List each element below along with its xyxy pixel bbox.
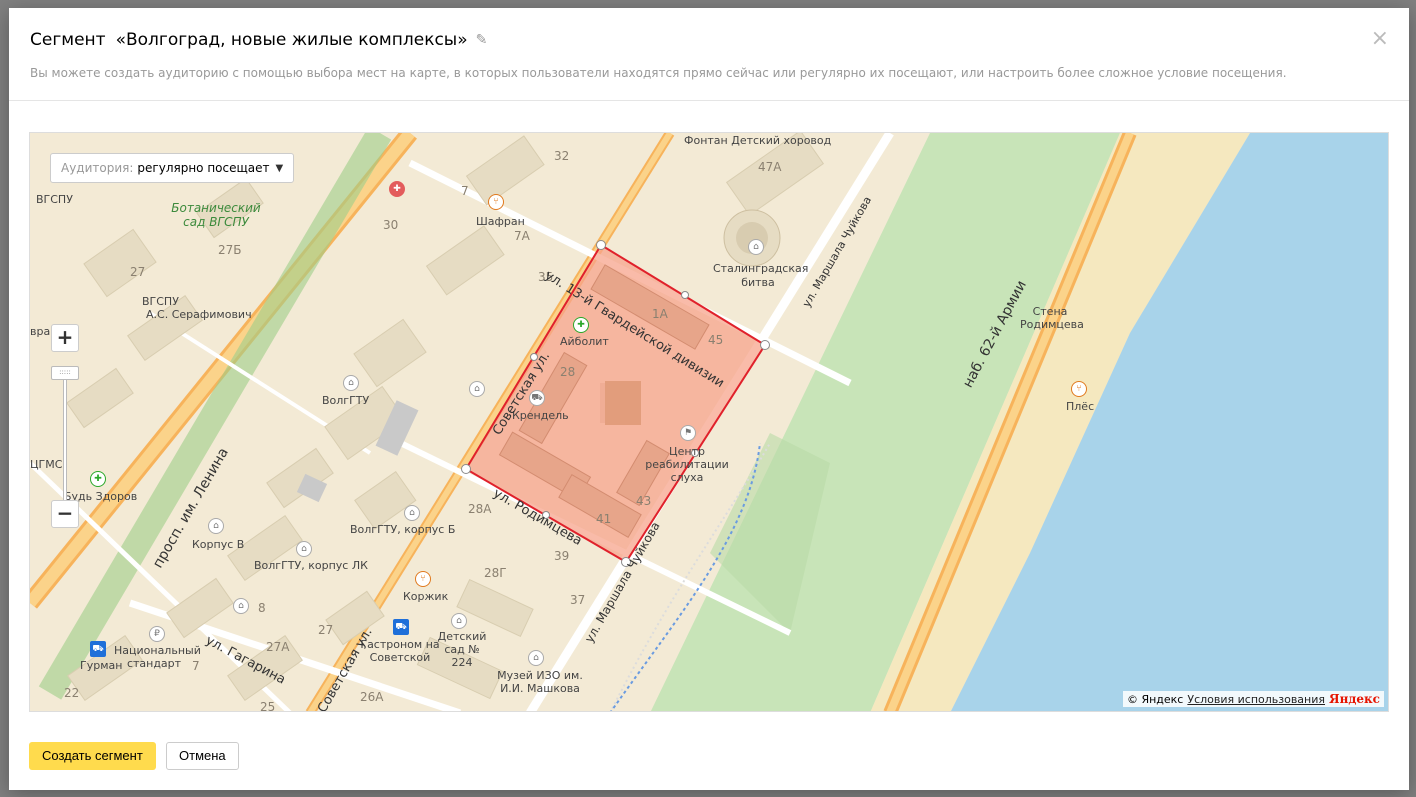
map-label-muzei: Музей ИЗО им. И.И. Машкова bbox=[497, 669, 583, 695]
house-number: 7 bbox=[461, 184, 469, 198]
badge-icon[interactable]: ₽ bbox=[149, 626, 165, 642]
audience-dropdown[interactable]: Аудитория: регулярно посещает ▼ bbox=[50, 153, 295, 183]
map-label-fountain: Фонтан Детский хоровод bbox=[684, 134, 832, 147]
zoom-slider-track[interactable] bbox=[63, 373, 67, 513]
modal-header: Сегмент «Волгоград, новые жилые комплекс… bbox=[9, 8, 1409, 101]
close-icon[interactable]: × bbox=[1371, 28, 1389, 50]
map-label-nac-standart: Национальный стандарт bbox=[114, 644, 201, 670]
house-number: 41 bbox=[596, 512, 612, 526]
map-label-krendel: Крендель bbox=[512, 409, 569, 422]
title-prefix: Сегмент bbox=[30, 30, 106, 50]
map-label-volggtu-b: ВолгГТУ, корпус Б bbox=[350, 523, 456, 536]
restaurant-icon[interactable]: ⑂ bbox=[1071, 381, 1087, 397]
map-label-korzhik: Коржик bbox=[403, 590, 449, 603]
zoom-out-button[interactable]: − bbox=[51, 500, 79, 528]
museum-icon[interactable]: ⌂ bbox=[748, 239, 764, 255]
map-label-stena: Стена Родимцева bbox=[1020, 305, 1084, 331]
restaurant-icon[interactable]: ⑂ bbox=[488, 194, 504, 210]
map-label-aibolit: Айболит bbox=[560, 335, 609, 348]
copyright-text: © Яндекс bbox=[1126, 692, 1184, 706]
map-label-vgspu: ВГСПУ bbox=[142, 295, 179, 308]
edit-pencil-icon[interactable]: ✎ bbox=[476, 32, 488, 48]
modal-subtitle: Вы можете создать аудиторию с помощью вы… bbox=[30, 66, 1287, 80]
modal-title: Сегмент «Волгоград, новые жилые комплекс… bbox=[30, 30, 487, 50]
university-icon[interactable]: ⌂ bbox=[296, 541, 312, 557]
house-number: 25 bbox=[260, 700, 276, 712]
map-label-shafran: Шафран bbox=[476, 215, 525, 228]
university-icon[interactable]: ⌂ bbox=[469, 381, 485, 397]
segment-name[interactable]: «Волгоград, новые жилые комплексы» bbox=[116, 30, 468, 50]
map-label-center: Центр реабилитации слуха bbox=[645, 445, 729, 484]
hospital-icon[interactable]: ✚ bbox=[389, 181, 405, 197]
chevron-down-icon: ▼ bbox=[275, 162, 284, 174]
house-number: 32 bbox=[554, 149, 570, 163]
house-number: 39 bbox=[554, 549, 570, 563]
kindergarten-icon[interactable]: ⌂ bbox=[451, 613, 467, 629]
map-label-ples: Плёс bbox=[1066, 400, 1095, 413]
house-number: 22 bbox=[64, 686, 80, 700]
map-label-volggtu: ВолгГТУ bbox=[322, 394, 370, 407]
house-number: 27А bbox=[266, 640, 290, 654]
house-number: 7А bbox=[514, 229, 530, 243]
house-number: 8 bbox=[258, 601, 266, 615]
house-number: 28Г bbox=[484, 566, 507, 580]
shop-cart-icon[interactable]: ⛟ bbox=[90, 641, 106, 657]
map-label-tsgms: ЦГМС bbox=[30, 458, 63, 471]
yandex-logo: Яндекс bbox=[1329, 692, 1380, 706]
create-segment-button[interactable]: Создать сегмент bbox=[29, 742, 156, 770]
house-number: 26А bbox=[360, 690, 384, 704]
university-icon[interactable]: ⌂ bbox=[233, 598, 249, 614]
house-number: 27 bbox=[318, 623, 334, 637]
map-view[interactable]: Фонтан Детский хоровод 47А 32 7 ⑂ Шафран… bbox=[29, 132, 1389, 712]
audience-value: регулярно посещает bbox=[137, 161, 270, 175]
house-number: 27Б bbox=[218, 243, 242, 257]
house-number: 30 bbox=[383, 218, 399, 232]
map-label-gurman: Гурман bbox=[80, 659, 123, 672]
zoom-slider-handle[interactable]: ::::: bbox=[51, 366, 79, 380]
house-number: 7 bbox=[192, 659, 200, 673]
house-number: 28 bbox=[560, 365, 576, 379]
house-number: 45 bbox=[708, 333, 724, 347]
map-copyright: © Яндекс Условия использования Яндекс bbox=[1122, 691, 1384, 707]
audience-label: Аудитория: bbox=[61, 161, 134, 175]
university-icon[interactable]: ⌂ bbox=[208, 518, 224, 534]
terms-link[interactable]: Условия использования bbox=[1187, 693, 1325, 706]
map-label-vgspu-top: ВГСПУ bbox=[36, 193, 73, 206]
map-label-stalingrad: Сталинградская битва bbox=[713, 262, 809, 289]
museum-icon[interactable]: ⌂ bbox=[528, 650, 544, 666]
house-number: 43 bbox=[636, 494, 652, 508]
map-label-korpus-v: Корпус В bbox=[192, 538, 245, 551]
map-label-botanic: Ботанический сад ВГСПУ bbox=[171, 201, 261, 229]
shop-cart-icon[interactable]: ⛟ bbox=[393, 619, 409, 635]
university-icon[interactable]: ⌂ bbox=[343, 375, 359, 391]
zoom-in-button[interactable]: + bbox=[51, 324, 79, 352]
map-label-detsad: Детский сад № 224 bbox=[437, 630, 487, 669]
pharmacy-icon[interactable]: ✚ bbox=[573, 317, 589, 333]
map-label-serafimovich: А.С. Серафимович bbox=[146, 308, 252, 321]
flag-icon[interactable]: ⚑ bbox=[680, 425, 696, 441]
house-number: 28А bbox=[468, 502, 492, 516]
map-label-gastronom: Гастроном на Советской bbox=[360, 638, 440, 664]
house-number: 37 bbox=[570, 593, 586, 607]
shop-cart-icon[interactable]: ⛟ bbox=[529, 390, 545, 406]
pharmacy-icon[interactable]: ✚ bbox=[90, 471, 106, 487]
house-number: 27 bbox=[130, 265, 146, 279]
house-number: 1А bbox=[652, 307, 668, 321]
segment-modal: Сегмент «Волгоград, новые жилые комплекс… bbox=[9, 8, 1409, 790]
map-label-volggtu-lk: ВолгГТУ, корпус ЛК bbox=[254, 559, 368, 572]
university-icon[interactable]: ⌂ bbox=[404, 505, 420, 521]
cancel-button[interactable]: Отмена bbox=[166, 742, 239, 770]
restaurant-icon[interactable]: ⑂ bbox=[415, 571, 431, 587]
house-number: 47А bbox=[758, 160, 782, 174]
